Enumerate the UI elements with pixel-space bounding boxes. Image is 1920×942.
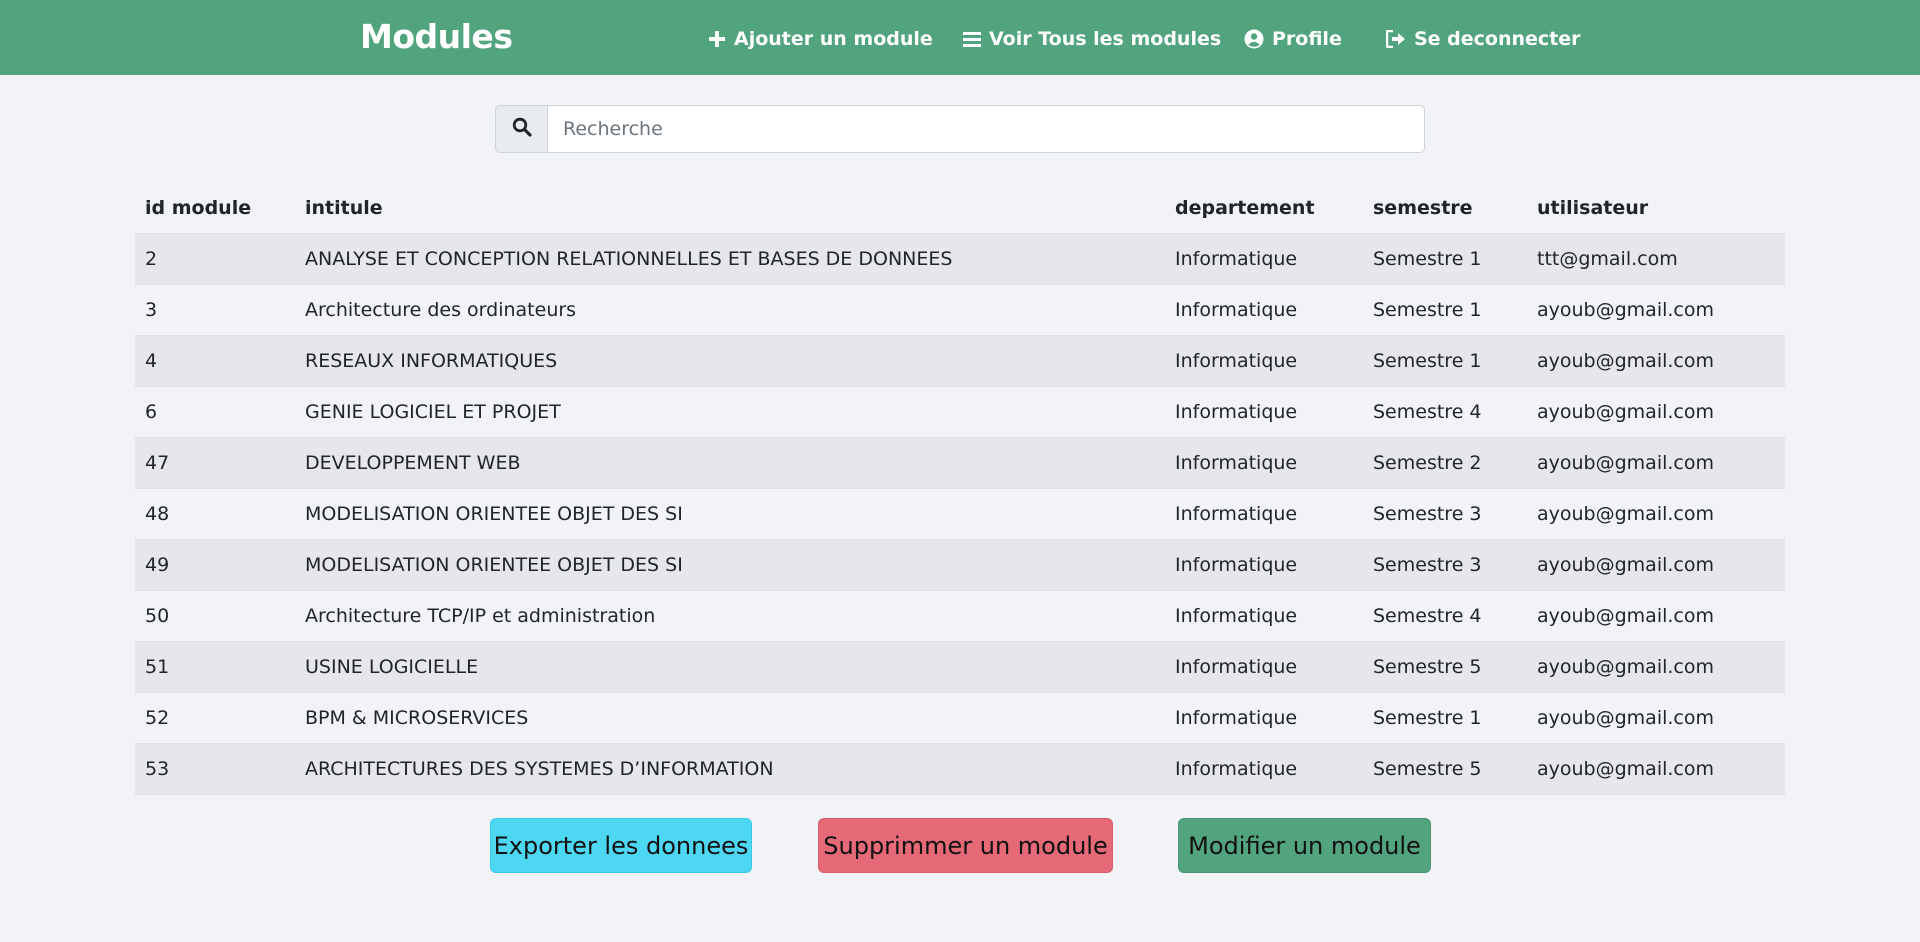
cell-id: 2 xyxy=(135,233,295,285)
cell-intitule: MODELISATION ORIENTEE OBJET DES SI xyxy=(295,488,1165,540)
search-button[interactable] xyxy=(495,105,547,153)
cell-utilisateur: ayoub@gmail.com xyxy=(1527,590,1785,642)
cell-semestre: Semestre 1 xyxy=(1363,692,1527,744)
cell-id: 49 xyxy=(135,539,295,591)
cell-intitule: GENIE LOGICIEL ET PROJET xyxy=(295,386,1165,438)
cell-id: 6 xyxy=(135,386,295,438)
table-row[interactable]: 2 ANALYSE ET CONCEPTION RELATIONNELLES ET… xyxy=(135,233,1785,285)
cell-semestre: Semestre 5 xyxy=(1363,743,1527,795)
nav-all-modules[interactable]: Voir Tous les modules xyxy=(963,27,1221,51)
cell-intitule: ANALYSE ET CONCEPTION RELATIONNELLES ET … xyxy=(295,233,1165,285)
cell-utilisateur: ayoub@gmail.com xyxy=(1527,539,1785,591)
cell-intitule: RESEAUX INFORMATIQUES xyxy=(295,335,1165,387)
cell-utilisateur: ayoub@gmail.com xyxy=(1527,641,1785,693)
nav-profile[interactable]: Profile xyxy=(1244,27,1342,51)
top-navbar: Modules Ajouter un module Voir Tous les … xyxy=(0,0,1920,75)
cell-id: 47 xyxy=(135,437,295,489)
cell-id: 52 xyxy=(135,692,295,744)
cell-semestre: Semestre 3 xyxy=(1363,488,1527,540)
cell-departement: Informatique xyxy=(1165,590,1363,642)
nav-logout[interactable]: Se deconnecter xyxy=(1386,27,1581,51)
brand-title[interactable]: Modules xyxy=(360,17,513,56)
cell-semestre: Semestre 4 xyxy=(1363,590,1527,642)
cell-utilisateur: ttt@gmail.com xyxy=(1527,233,1785,285)
table-row[interactable]: 47 DEVELOPPEMENT WEB Informatique Semestre … xyxy=(135,437,1785,489)
cell-utilisateur: ayoub@gmail.com xyxy=(1527,743,1785,795)
nav-all-modules-label: Voir Tous les modules xyxy=(989,28,1222,50)
delete-module-button[interactable]: Supprimmer un module xyxy=(818,818,1113,873)
nav-profile-label: Profile xyxy=(1272,28,1342,50)
cell-id: 4 xyxy=(135,335,295,387)
cell-id: 48 xyxy=(135,488,295,540)
cell-id: 50 xyxy=(135,590,295,642)
cell-utilisateur: ayoub@gmail.com xyxy=(1527,386,1785,438)
cell-utilisateur: ayoub@gmail.com xyxy=(1527,437,1785,489)
table-row[interactable]: 6 GENIE LOGICIEL ET PROJET Informatique Sem… xyxy=(135,386,1785,438)
nav-logout-label: Se deconnecter xyxy=(1414,28,1581,50)
cell-intitule: Architecture TCP/IP et administration xyxy=(295,590,1165,642)
cell-utilisateur: ayoub@gmail.com xyxy=(1527,335,1785,387)
cell-departement: Informatique xyxy=(1165,437,1363,489)
cell-intitule: DEVELOPPEMENT WEB xyxy=(295,437,1165,489)
table-row[interactable]: 49 MODELISATION ORIENTEE OBJET DES SI Info… xyxy=(135,539,1785,591)
search-input[interactable] xyxy=(547,105,1425,153)
user-circle-icon xyxy=(1244,29,1264,49)
edit-module-button[interactable]: Modifier un module xyxy=(1178,818,1431,873)
cell-departement: Informatique xyxy=(1165,233,1363,285)
cell-semestre: Semestre 2 xyxy=(1363,437,1527,489)
cell-utilisateur: ayoub@gmail.com xyxy=(1527,488,1785,540)
cell-id: 53 xyxy=(135,743,295,795)
list-icon xyxy=(963,30,981,48)
table-row[interactable]: 53 ARCHITECTURES DES SYSTEMES D’INFORMATI… xyxy=(135,743,1785,795)
cell-departement: Informatique xyxy=(1165,488,1363,540)
cell-id: 51 xyxy=(135,641,295,693)
search-icon xyxy=(512,117,532,141)
column-header-departement: departement xyxy=(1165,184,1363,234)
cell-intitule: USINE LOGICIELLE xyxy=(295,641,1165,693)
nav-add-module-label: Ajouter un module xyxy=(734,28,933,50)
table-row[interactable]: 4 RESEAUX INFORMATIQUES Informatique Semest… xyxy=(135,335,1785,387)
cell-departement: Informatique xyxy=(1165,641,1363,693)
cell-semestre: Semestre 1 xyxy=(1363,335,1527,387)
cell-departement: Informatique xyxy=(1165,284,1363,336)
cell-intitule: BPM & MICROSERVICES xyxy=(295,692,1165,744)
cell-semestre: Semestre 4 xyxy=(1363,386,1527,438)
column-header-utilisateur: utilisateur xyxy=(1527,184,1785,234)
cell-id: 3 xyxy=(135,284,295,336)
cell-intitule: Architecture des ordinateurs xyxy=(295,284,1165,336)
table-header-row: id module intitule departement semestre … xyxy=(135,184,1785,234)
cell-departement: Informatique xyxy=(1165,539,1363,591)
cell-departement: Informatique xyxy=(1165,335,1363,387)
cell-departement: Informatique xyxy=(1165,743,1363,795)
sign-out-icon xyxy=(1386,30,1406,48)
cell-departement: Informatique xyxy=(1165,692,1363,744)
cell-intitule: MODELISATION ORIENTEE OBJET DES SI xyxy=(295,539,1165,591)
cell-semestre: Semestre 1 xyxy=(1363,233,1527,285)
cell-semestre: Semestre 1 xyxy=(1363,284,1527,336)
cell-utilisateur: ayoub@gmail.com xyxy=(1527,284,1785,336)
cell-departement: Informatique xyxy=(1165,386,1363,438)
export-data-button[interactable]: Exporter les donnees xyxy=(490,818,752,873)
table-row[interactable]: 52 BPM & MICROSERVICES Informatique Semestr… xyxy=(135,692,1785,744)
column-header-semestre: semestre xyxy=(1363,184,1527,234)
cell-semestre: Semestre 5 xyxy=(1363,641,1527,693)
table-row[interactable]: 48 MODELISATION ORIENTEE OBJET DES SI Info… xyxy=(135,488,1785,540)
plus-icon xyxy=(708,30,726,48)
column-header-id: id module xyxy=(135,184,295,234)
table-row[interactable]: 50 Architecture TCP/IP et administration I… xyxy=(135,590,1785,642)
table-body: 2 ANALYSE ET CONCEPTION RELATIONNELLES ET… xyxy=(135,233,1785,795)
search-bar xyxy=(495,105,1425,153)
cell-utilisateur: ayoub@gmail.com xyxy=(1527,692,1785,744)
cell-intitule: ARCHITECTURES DES SYSTEMES D’INFORMATION xyxy=(295,743,1165,795)
nav-add-module[interactable]: Ajouter un module xyxy=(708,27,933,51)
table-row[interactable]: 3 Architecture des ordinateurs Informatiqu… xyxy=(135,284,1785,336)
modules-table: id module intitule departement semestre … xyxy=(135,184,1785,795)
table-row[interactable]: 51 USINE LOGICIELLE Informatique Semestre 5… xyxy=(135,641,1785,693)
cell-semestre: Semestre 3 xyxy=(1363,539,1527,591)
column-header-intitule: intitule xyxy=(295,184,1165,234)
